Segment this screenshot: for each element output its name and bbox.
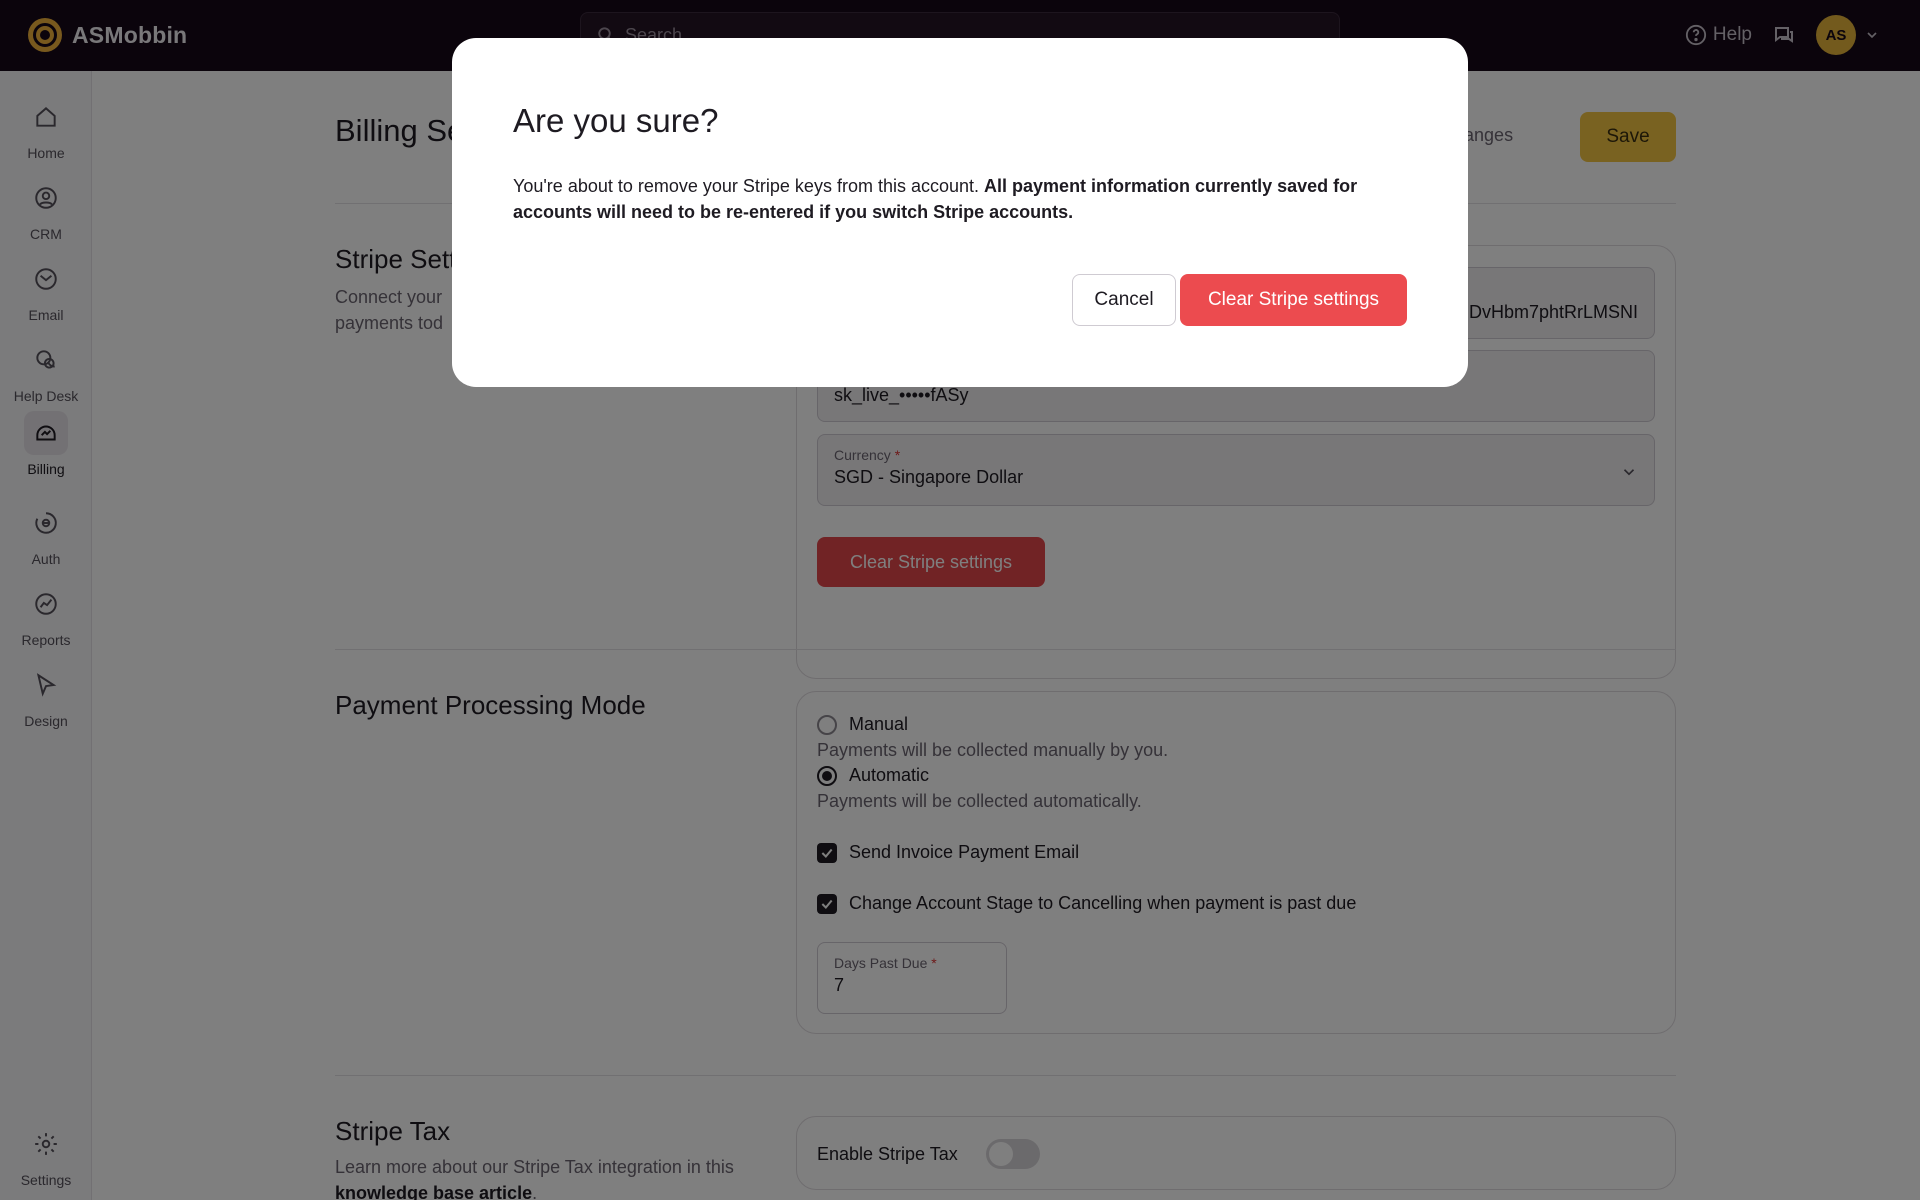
confirm-clear-stripe-settings-button[interactable]: Clear Stripe settings — [1180, 274, 1407, 326]
dialog-title: Are you sure? — [513, 102, 719, 139]
dialog-body: You're about to remove your Stripe keys … — [513, 173, 1413, 225]
dialog-body-text: You're about to remove your Stripe keys … — [513, 176, 980, 196]
confirm-dialog: Are you sure? You're about to remove you… — [452, 38, 1468, 387]
cancel-button[interactable]: Cancel — [1072, 274, 1176, 326]
